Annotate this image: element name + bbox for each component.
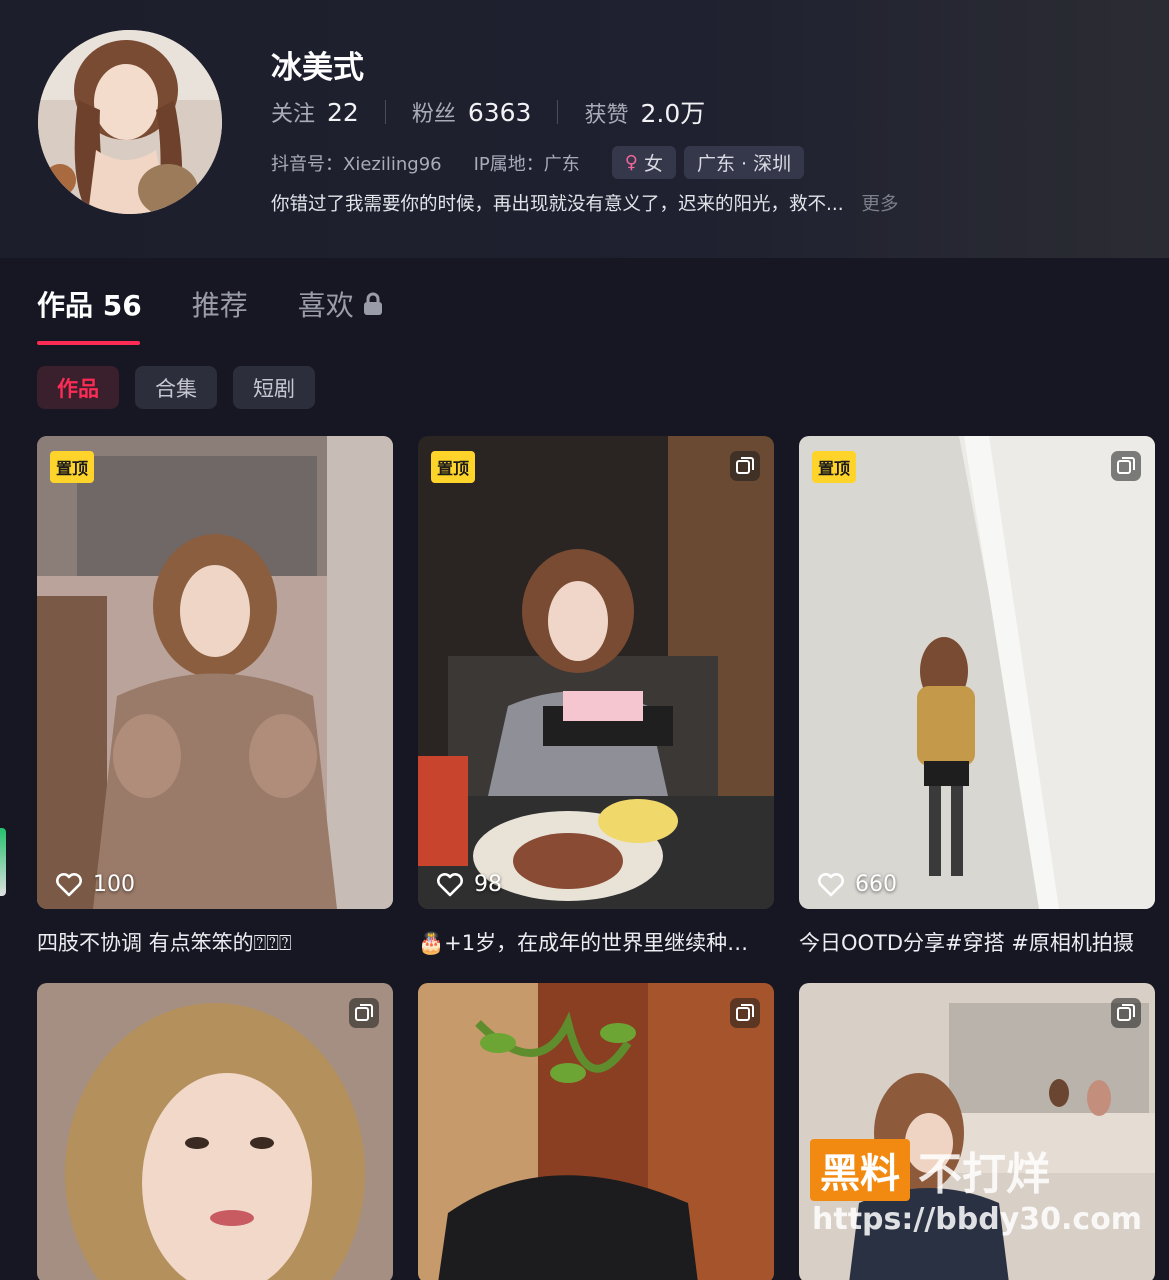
stat-label: 关注: [271, 102, 316, 127]
multi-image-icon: [730, 998, 760, 1028]
heart-icon: [56, 873, 82, 897]
like-count-value: 98: [474, 872, 502, 897]
profile-stats: 关注 22 粉丝 6363 获赞 2.0万: [271, 94, 705, 130]
stat-label: 获赞: [584, 103, 629, 128]
sub-filter-chips: 作品 合集 短剧: [37, 366, 315, 409]
profile-meta: 抖音号：Xieziling96 IP属地：广东 ♀ 女 广东 · 深圳: [271, 146, 805, 179]
side-indicator: [0, 828, 6, 896]
avatar[interactable]: [38, 30, 222, 214]
heart-icon: [437, 873, 463, 897]
multi-image-icon: [730, 451, 760, 481]
watermark-logo: 黑料 不打烊: [810, 1138, 1050, 1202]
video-thumbnail: [418, 436, 774, 909]
chip-short-drama[interactable]: 短剧: [233, 366, 315, 409]
like-count: 100: [55, 872, 135, 897]
bio-more-link[interactable]: 更多: [862, 194, 899, 215]
tab-works[interactable]: 作品 56: [37, 284, 142, 324]
tab-recommended[interactable]: 推荐: [192, 284, 248, 324]
pinned-badge: 置顶: [431, 451, 476, 483]
like-count-value: 100: [93, 872, 135, 897]
content-tabs: 作品 56 推荐 喜欢: [37, 284, 434, 324]
video-card[interactable]: [37, 983, 393, 1280]
video-thumbnail: [799, 436, 1155, 909]
stat-value: 2.0万: [640, 99, 706, 128]
video-card[interactable]: 置顶 98: [418, 436, 774, 909]
heart-icon: [818, 873, 844, 897]
video-thumbnail: [37, 436, 393, 909]
divider: [557, 100, 559, 124]
chip-works[interactable]: 作品: [37, 366, 119, 409]
like-count-value: 660: [855, 872, 897, 897]
video-card[interactable]: 置顶 100: [37, 436, 393, 909]
video-card[interactable]: 置顶 660: [799, 436, 1155, 909]
chip-collections[interactable]: 合集: [135, 366, 217, 409]
stat-likes: 获赞 2.0万: [584, 94, 705, 130]
username: 冰美式: [271, 50, 364, 86]
watermark-brand-text: 不打烊: [918, 1149, 1050, 1200]
video-thumbnail: [37, 983, 393, 1280]
watermark-url: https://bbdy30.com: [812, 1202, 1143, 1237]
stat-value: 22: [327, 98, 359, 127]
gender-tag: ♀ 女: [611, 146, 676, 179]
pinned-badge: 置顶: [812, 451, 857, 483]
pinned-badge: 置顶: [50, 451, 95, 483]
multi-image-icon: [1111, 451, 1141, 481]
like-count: 660: [817, 872, 897, 897]
location-tag: 广东 · 深圳: [683, 146, 805, 179]
stat-following[interactable]: 关注 22: [271, 96, 359, 128]
video-caption[interactable]: 今日OOTD分享#穿搭 #原相机拍摄: [799, 927, 1155, 957]
lock-icon: [363, 292, 382, 315]
douyin-id: 抖音号：Xieziling96: [271, 153, 442, 175]
tab-likes[interactable]: 喜欢: [298, 284, 384, 324]
avatar-image: [38, 30, 222, 214]
tab-likes-label: 喜欢: [297, 289, 354, 322]
female-icon: ♀: [624, 152, 638, 173]
active-tab-indicator: [37, 341, 140, 345]
bio: 你错过了我需要你的时候，再出现就没有意义了，迟来的阳光，救不... 更多: [271, 190, 899, 216]
ip-location: IP属地：广东: [473, 153, 580, 175]
stat-followers[interactable]: 粉丝 6363: [412, 96, 532, 128]
stat-value: 6363: [467, 98, 532, 127]
video-caption[interactable]: 四肢不协调 有点笨笨的⍰⍰⍰: [37, 927, 393, 957]
video-caption[interactable]: 🎂+1岁，在成年的世界里继续种…: [418, 927, 774, 957]
multi-image-icon: [349, 998, 379, 1028]
gender-label: 女: [643, 153, 663, 175]
bio-text: 你错过了我需要你的时候，再出现就没有意义了，迟来的阳光，救不...: [271, 194, 844, 215]
like-count: 98: [436, 872, 502, 897]
stat-label: 粉丝: [411, 102, 456, 127]
video-card[interactable]: [418, 983, 774, 1280]
watermark-brand-box: 黑料: [810, 1139, 910, 1201]
divider: [384, 100, 386, 124]
video-thumbnail: [418, 983, 774, 1280]
multi-image-icon: [1111, 998, 1141, 1028]
